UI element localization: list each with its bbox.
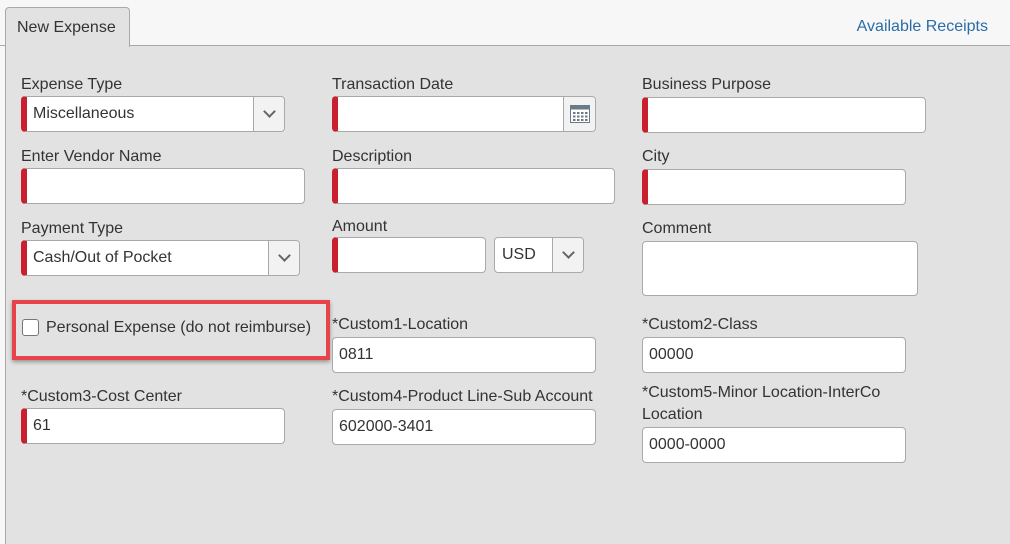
expense-type-value: Miscellaneous bbox=[33, 105, 135, 122]
currency-select[interactable]: USD bbox=[494, 237, 584, 273]
payment-type-select[interactable]: Cash/Out of Pocket bbox=[21, 240, 300, 276]
custom3-input[interactable] bbox=[33, 409, 280, 443]
city-field[interactable] bbox=[642, 169, 906, 205]
personal-expense-checkbox[interactable] bbox=[22, 319, 39, 336]
business-purpose-label: Business Purpose bbox=[642, 76, 771, 93]
custom5-label-line1: *Custom5-Minor Location-InterCo bbox=[642, 384, 881, 401]
expense-type-label: Expense Type bbox=[21, 76, 123, 93]
vendor-name-label: Enter Vendor Name bbox=[21, 148, 162, 165]
payment-type-dropdown-button[interactable] bbox=[268, 241, 299, 275]
amount-label: Amount bbox=[332, 218, 388, 235]
tab-bar: New Expense Available Receipts bbox=[0, 0, 1010, 47]
custom3-field[interactable] bbox=[21, 408, 285, 444]
custom1-field[interactable] bbox=[332, 337, 596, 373]
custom1-label: *Custom1-Location bbox=[332, 316, 469, 333]
calendar-button[interactable] bbox=[563, 97, 595, 131]
transaction-date-label: Transaction Date bbox=[332, 76, 454, 93]
custom5-label-line2: Location bbox=[642, 406, 703, 423]
custom4-input[interactable] bbox=[339, 410, 591, 444]
city-input[interactable] bbox=[654, 170, 901, 204]
expense-type-dropdown-button[interactable] bbox=[253, 97, 284, 131]
expense-type-select[interactable]: Miscellaneous bbox=[21, 96, 285, 132]
payment-type-label: Payment Type bbox=[21, 220, 123, 237]
description-input[interactable] bbox=[344, 169, 610, 203]
transaction-date-field[interactable] bbox=[332, 96, 596, 132]
custom5-input[interactable] bbox=[649, 428, 901, 462]
payment-type-value: Cash/Out of Pocket bbox=[33, 249, 172, 266]
custom2-label: *Custom2-Class bbox=[642, 316, 758, 333]
custom4-label: *Custom4-Product Line-Sub Account bbox=[332, 388, 593, 405]
business-purpose-field[interactable] bbox=[642, 97, 926, 133]
chevron-down-icon bbox=[262, 105, 276, 118]
description-field[interactable] bbox=[332, 168, 615, 204]
business-purpose-input[interactable] bbox=[654, 98, 921, 132]
custom5-field[interactable] bbox=[642, 427, 906, 463]
vendor-name-field[interactable] bbox=[21, 168, 305, 204]
custom3-label: *Custom3-Cost Center bbox=[21, 388, 182, 405]
transaction-date-input[interactable] bbox=[344, 97, 554, 131]
custom2-field[interactable] bbox=[642, 337, 906, 373]
available-receipts-link[interactable]: Available Receipts bbox=[857, 18, 988, 36]
comment-textarea[interactable] bbox=[642, 241, 918, 296]
description-label: Description bbox=[332, 148, 413, 165]
comment-label: Comment bbox=[642, 220, 712, 237]
custom1-input[interactable] bbox=[339, 338, 591, 372]
chevron-down-icon bbox=[561, 246, 575, 259]
currency-dropdown-button[interactable] bbox=[552, 238, 583, 272]
city-label: City bbox=[642, 148, 670, 165]
personal-expense-label[interactable]: Personal Expense (do not reimburse) bbox=[46, 319, 311, 337]
tab-new-expense[interactable]: New Expense bbox=[5, 7, 130, 47]
custom4-field[interactable] bbox=[332, 409, 596, 445]
calendar-icon bbox=[569, 105, 590, 123]
chevron-down-icon bbox=[277, 249, 291, 262]
amount-input[interactable] bbox=[344, 238, 481, 272]
vendor-name-input[interactable] bbox=[33, 169, 300, 203]
amount-field[interactable] bbox=[332, 237, 486, 273]
custom2-input[interactable] bbox=[649, 338, 901, 372]
